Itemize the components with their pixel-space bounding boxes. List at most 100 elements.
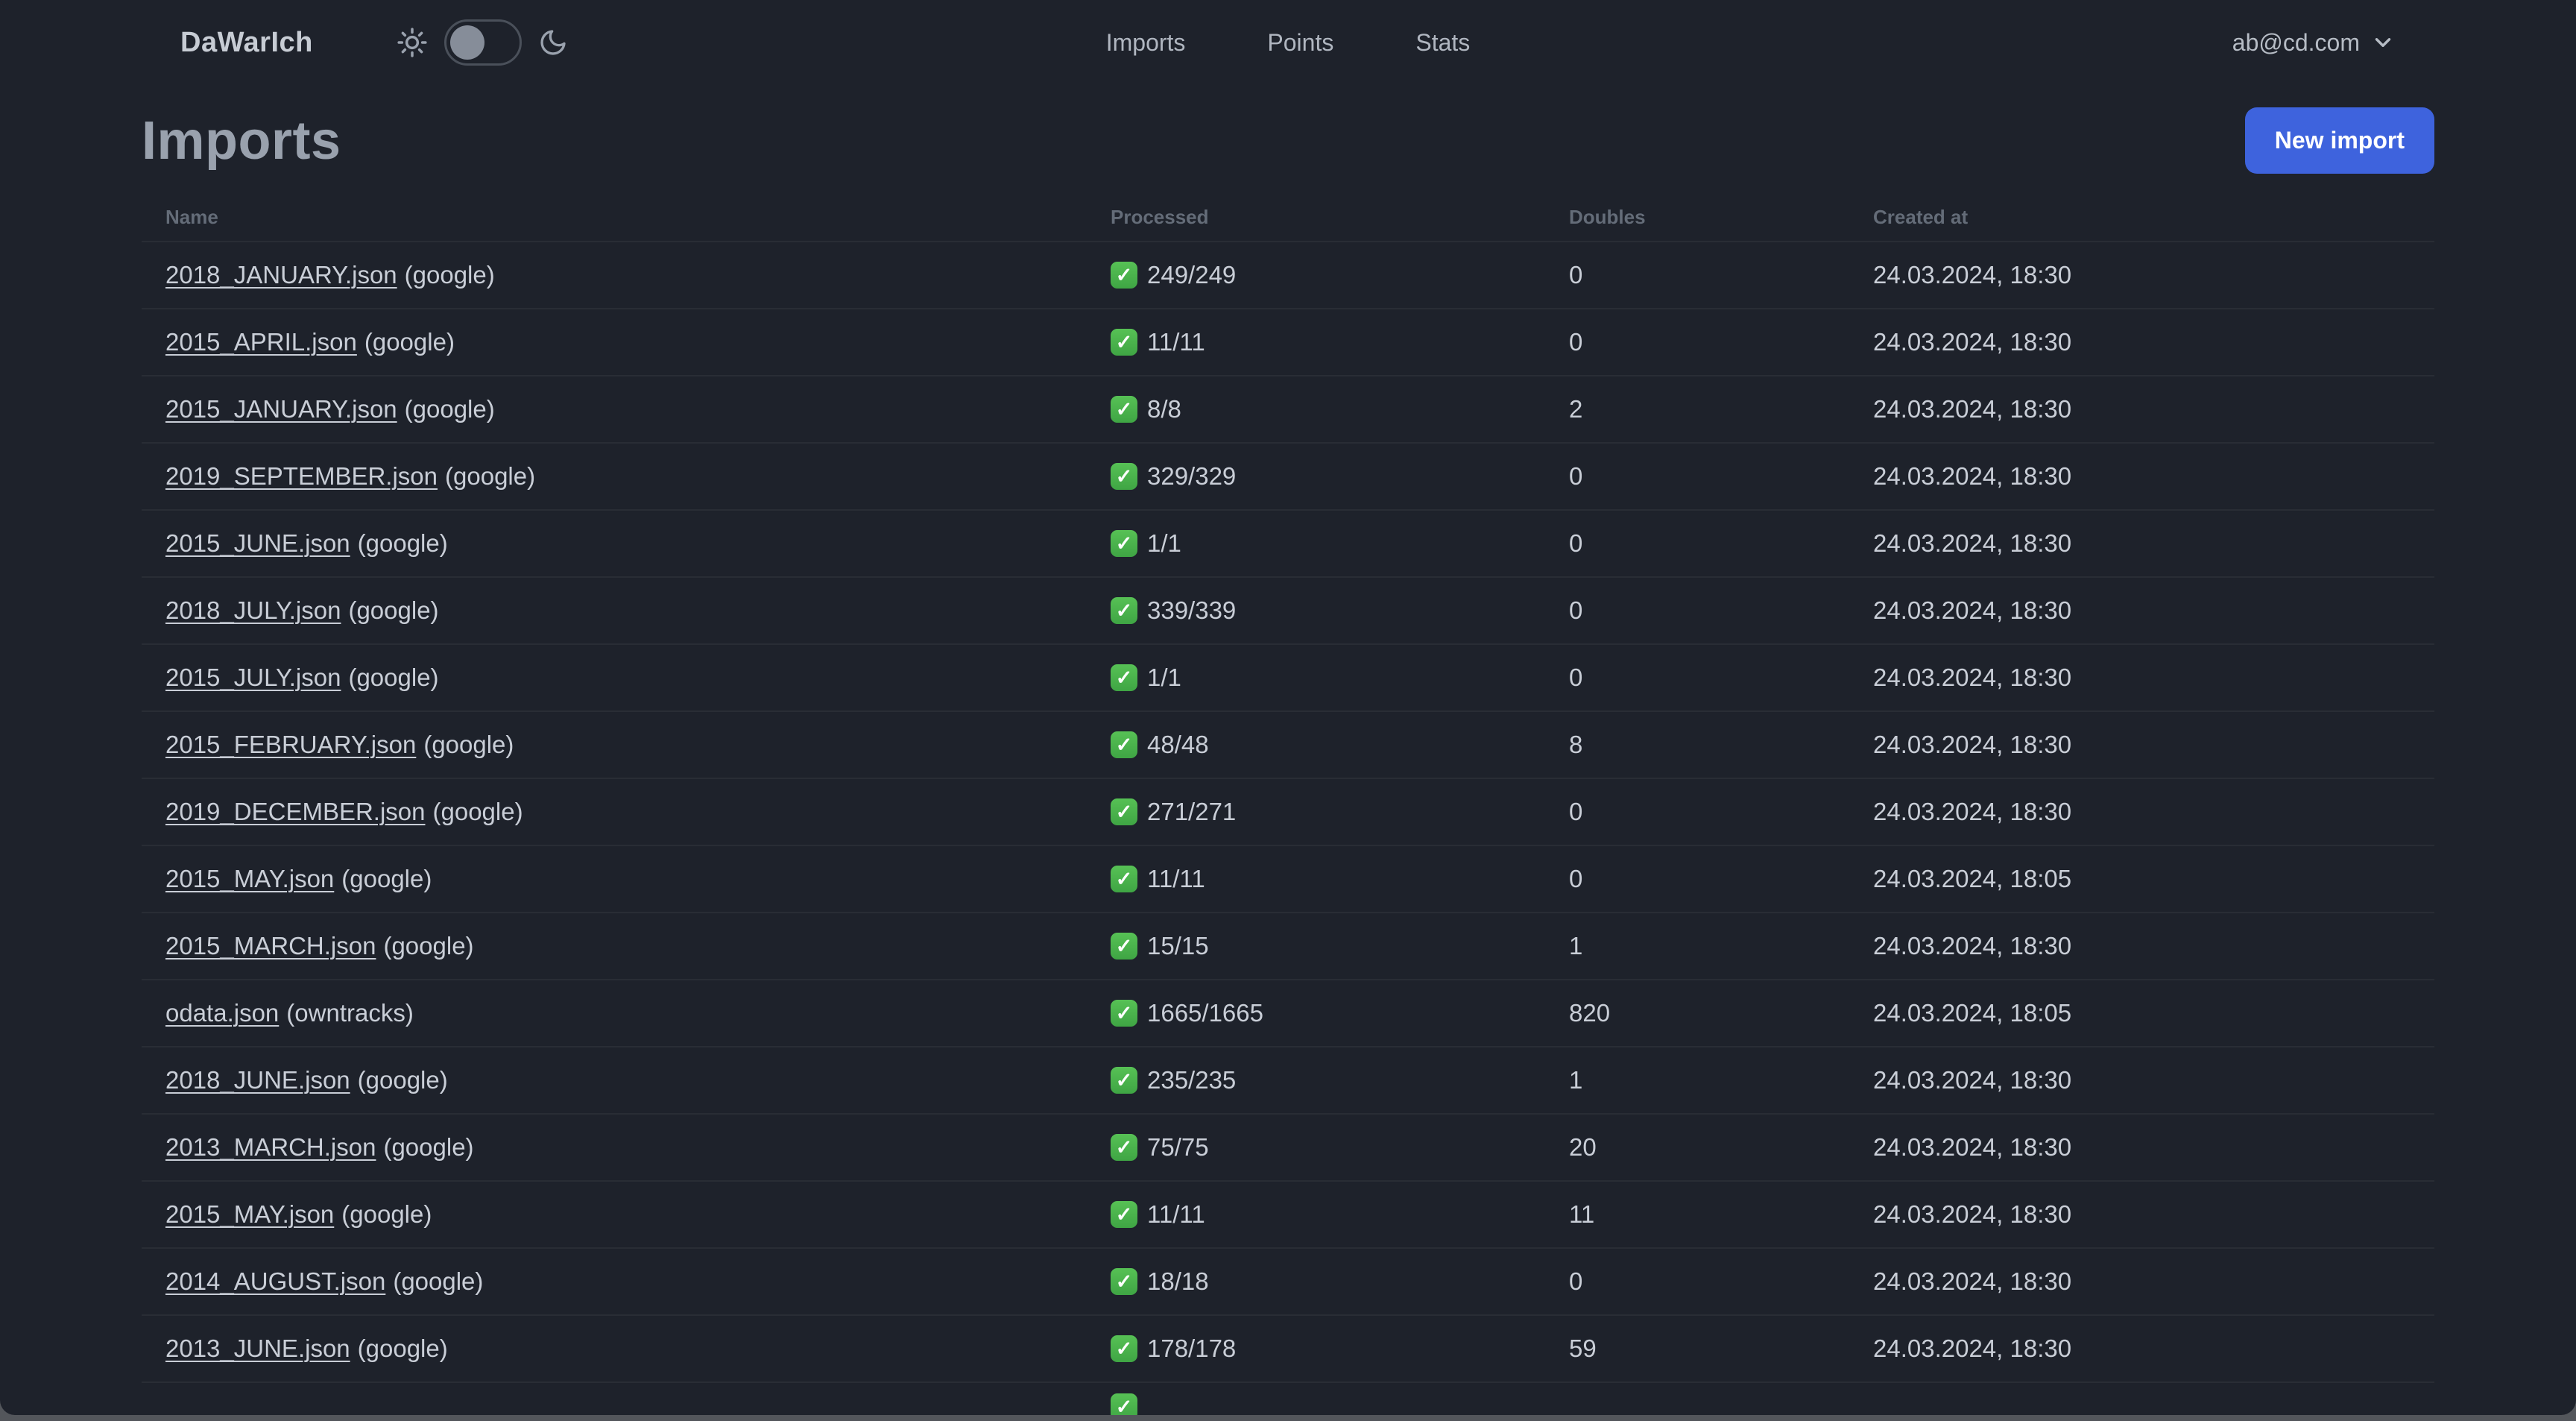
created-at: 24.03.2024, 18:05 (1873, 865, 2072, 892)
success-check-icon (1111, 866, 1137, 892)
processed-count: 235/235 (1147, 1066, 1237, 1094)
import-file-link[interactable]: 2014_AUGUST.json (165, 1267, 385, 1295)
table-body: 2018_JANUARY.json(google) 249/249 0 24.0… (142, 241, 2434, 1415)
processed-count: 329/329 (1147, 462, 1237, 490)
import-source-label: (owntracks) (286, 999, 414, 1027)
import-file-link[interactable]: 2015_MAY.json (165, 865, 334, 892)
table-row: 2015_MAY.json(google) 11/11 11 24.03.202… (142, 1180, 2434, 1247)
main-nav: Imports Points Stats (1106, 29, 1471, 57)
import-source-label: (google) (393, 1267, 484, 1295)
column-header-doubles: Doubles (1569, 205, 1646, 228)
column-header-created-at: Created at (1873, 205, 1969, 228)
success-check-icon (1111, 262, 1137, 289)
import-file-link[interactable]: 2015_MARCH.json (165, 932, 376, 960)
table-row: 2015_APRIL.json(google) 11/11 0 24.03.20… (142, 308, 2434, 375)
import-file-link[interactable]: 2013_MARCH.json (165, 1133, 376, 1161)
doubles-count: 2 (1569, 395, 1583, 423)
moon-icon (538, 28, 568, 57)
processed-count: 11/11 (1147, 865, 1205, 892)
new-import-button[interactable]: New import (2244, 107, 2434, 174)
created-at: 24.03.2024, 18:30 (1873, 529, 2072, 557)
success-check-icon (1111, 329, 1137, 356)
import-file-link[interactable]: 2015_APRIL.json (165, 328, 357, 356)
created-at: 24.03.2024, 18:30 (1873, 1335, 2072, 1362)
import-source-label: (google) (341, 865, 432, 892)
doubles-count: 1 (1569, 932, 1583, 960)
doubles-count: 0 (1569, 596, 1583, 624)
import-file-link[interactable]: 2019_SEPTEMBER.json (165, 462, 438, 490)
created-at: 24.03.2024, 18:30 (1873, 596, 2072, 624)
table-header-row: Name Processed Doubles Created at (142, 193, 2434, 241)
doubles-count: 20 (1569, 1133, 1597, 1161)
table-row: 2013_JUNE.json (google) 178/178 59 24.03.… (142, 1314, 2434, 1381)
import-source-label: (google) (445, 462, 536, 490)
import-file-link[interactable]: 2015_MAY.json (165, 1200, 334, 1228)
created-at: 24.03.2024, 18:30 (1873, 664, 2072, 691)
success-check-icon (1111, 933, 1137, 960)
nav-stats[interactable]: Stats (1415, 29, 1470, 57)
import-file-link[interactable]: 2018_JULY.json (165, 596, 341, 624)
doubles-count: 59 (1569, 1335, 1597, 1362)
import-file-link[interactable]: 2019_DECEMBER.json (165, 798, 426, 825)
nav-points[interactable]: Points (1267, 29, 1333, 57)
table-row: 2015_JUNE.json(google) 1/1 0 24.03.2024,… (142, 509, 2434, 576)
table-row: 2018_JANUARY.json(google) 249/249 0 24.0… (142, 241, 2434, 308)
import-file-link[interactable]: 2015_FEBRUARY.json (165, 731, 416, 758)
processed-count: 249/249 (1147, 261, 1237, 289)
success-check-icon (1111, 597, 1137, 624)
imports-table: Name Processed Doubles Created at 2018_J… (142, 193, 2434, 1415)
import-file-link[interactable]: 2018_JUNE.json (165, 1066, 350, 1094)
doubles-count: 11 (1569, 1200, 1595, 1228)
import-file-link[interactable]: 2018_JANUARY.json (165, 261, 397, 289)
created-at: 24.03.2024, 18:30 (1873, 1200, 2072, 1228)
column-header-name: Name (165, 205, 218, 228)
column-header-processed: Processed (1111, 205, 1209, 228)
success-check-icon (1111, 731, 1137, 758)
processed-count: 1665/1665 (1147, 999, 1263, 1027)
processed-count: 75/75 (1147, 1133, 1209, 1161)
chevron-down-icon (2370, 30, 2396, 55)
table-row (142, 1381, 2434, 1415)
account-email: ab@cd.com (2232, 28, 2360, 56)
import-file-link[interactable]: 2015_JUNE.json (165, 529, 350, 557)
theme-switch[interactable] (443, 19, 522, 66)
doubles-count: 0 (1569, 798, 1583, 825)
import-source-label: (google) (423, 731, 514, 758)
doubles-count: 0 (1569, 462, 1583, 490)
success-check-icon (1111, 1393, 1137, 1415)
table-row: 2013_MARCH.json(google) 75/75 20 24.03.2… (142, 1113, 2434, 1180)
table-row: 2015_MARCH.json(google) 15/15 1 24.03.20… (142, 912, 2434, 979)
theme-switch-knob (449, 25, 484, 60)
created-at: 24.03.2024, 18:30 (1873, 1066, 2072, 1094)
import-file-link[interactable]: odata.json (165, 999, 279, 1027)
page-title: Imports (142, 110, 341, 171)
nav-imports[interactable]: Imports (1106, 29, 1186, 57)
app-window: DaWarIch Imports Points Stats ab@cd.com … (0, 0, 2576, 1415)
processed-count: 339/339 (1147, 596, 1237, 624)
table-row: odata.json(owntracks) 1665/1665 820 24.0… (142, 979, 2434, 1046)
doubles-count: 0 (1569, 328, 1583, 356)
processed-count: 18/18 (1147, 1267, 1209, 1295)
import-file-link[interactable]: 2015_JANUARY.json (165, 395, 397, 423)
account-menu[interactable]: ab@cd.com (2232, 29, 2396, 57)
app-logo: DaWarIch (180, 26, 313, 58)
success-check-icon (1111, 798, 1137, 825)
created-at: 24.03.2024, 18:30 (1873, 731, 2072, 758)
doubles-count: 0 (1569, 1267, 1583, 1295)
processed-count: 11/11 (1147, 1200, 1205, 1228)
import-file-link[interactable]: 2015_JULY.json (165, 664, 341, 691)
import-source-label: (google) (357, 1335, 448, 1362)
import-source-label: (google) (348, 596, 439, 624)
table-row: 2019_DECEMBER.json(google) 271/271 0 24.… (142, 778, 2434, 845)
success-check-icon (1111, 1000, 1137, 1027)
imports-page: Imports New import Name Processed Double… (0, 107, 2576, 1415)
processed-count: 1/1 (1147, 664, 1181, 691)
import-source-label: (google) (404, 261, 495, 289)
processed-count: 178/178 (1147, 1335, 1237, 1362)
created-at: 24.03.2024, 18:30 (1873, 1267, 2072, 1295)
created-at: 24.03.2024, 18:05 (1873, 999, 2072, 1027)
created-at: 24.03.2024, 18:30 (1873, 1133, 2072, 1161)
import-source-label: (google) (357, 1066, 448, 1094)
import-file-link[interactable]: 2013_JUNE.json (165, 1335, 350, 1362)
doubles-count: 0 (1569, 865, 1583, 892)
